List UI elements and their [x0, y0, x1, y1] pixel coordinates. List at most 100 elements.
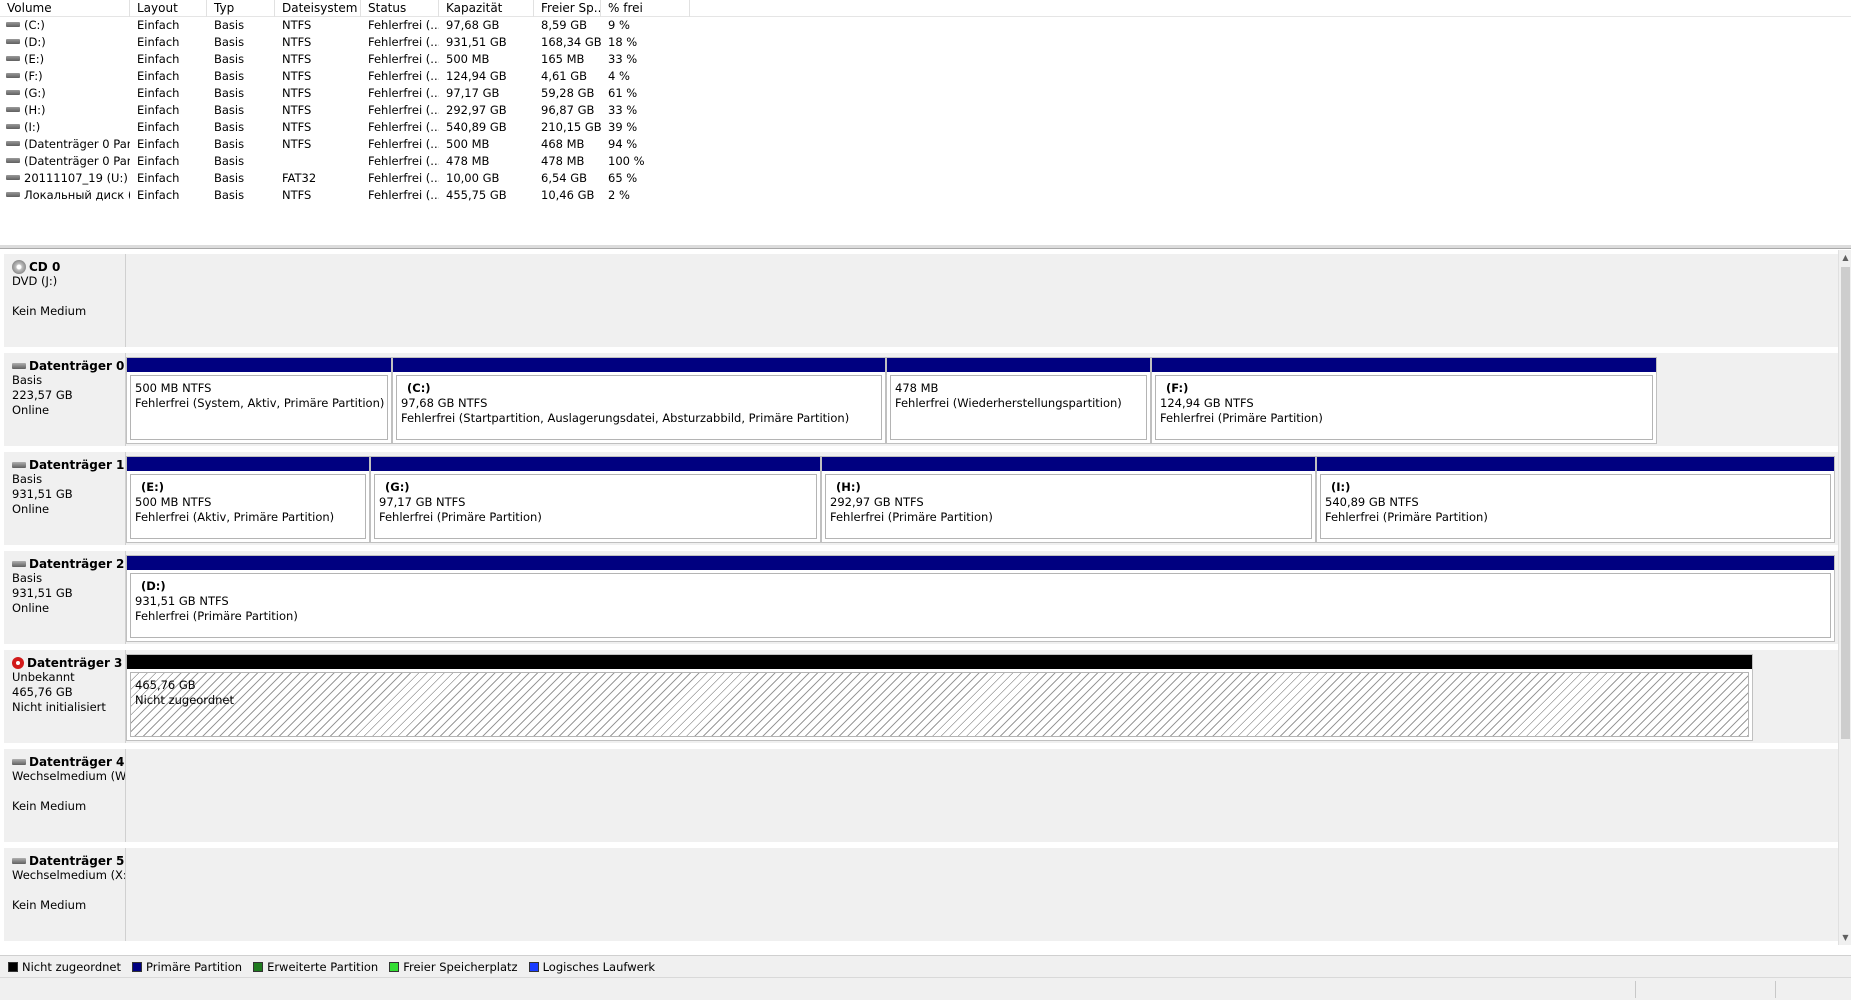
- cell-status: Fehlerfrei (...: [368, 171, 439, 185]
- partition-h[interactable]: (H:) 292,97 GB NTFS Fehlerfrei (Primäre …: [821, 456, 1316, 543]
- partition-f[interactable]: (F:) 124,94 GB NTFS Fehlerfrei (Primäre …: [1151, 357, 1657, 444]
- disk-label-4[interactable]: Datenträger 4 Wechselmedium (W Kein Medi…: [4, 749, 126, 842]
- cell-prozent-frei: 33 %: [608, 52, 638, 66]
- disk-row-2: Datenträger 2 Basis 931,51 GB Online (D:…: [0, 547, 1838, 646]
- partition-d[interactable]: (D:) 931,51 GB NTFS Fehlerfrei (Primäre …: [126, 555, 1835, 642]
- table-row[interactable]: 20111107_19 (U:) Einfach Basis FAT32 Fehlerf…: [0, 170, 1851, 187]
- disk-status: Online: [12, 601, 50, 615]
- disk-media-status: Kein Medium: [12, 898, 87, 912]
- scroll-down-icon[interactable]: ▼: [1839, 930, 1851, 945]
- partition-g[interactable]: (G:) 97,17 GB NTFS Fehlerfrei (Primäre P…: [370, 456, 821, 543]
- column-header-layout[interactable]: Layout: [130, 0, 207, 17]
- column-header-freier-speicher[interactable]: Freier Sp...: [534, 0, 601, 17]
- legend-swatch: [389, 961, 400, 972]
- cell-layout: Einfach: [137, 69, 180, 83]
- disk-status: Online: [12, 502, 50, 516]
- vertical-scrollbar[interactable]: ▲ ▼: [1838, 250, 1851, 945]
- disk-label-1[interactable]: Datenträger 1 Basis 931,51 GB Online: [4, 452, 126, 545]
- partition-status: Fehlerfrei (Primäre Partition): [379, 510, 542, 524]
- cell-volume: (E:): [0, 51, 130, 68]
- table-row[interactable]: (I:) Einfach Basis NTFS Fehlerfrei (... 540,8…: [0, 119, 1851, 136]
- cell-typ: Basis: [214, 69, 245, 83]
- column-header-typ[interactable]: Typ: [207, 0, 275, 17]
- partition-status: Fehlerfrei (Primäre Partition): [1325, 510, 1488, 524]
- table-row[interactable]: (Datenträger 0 Par... Einfach Basis Fehlerf…: [0, 153, 1851, 170]
- disk-label-3[interactable]: Datenträger 3 Unbekannt 465,76 GB Nicht …: [4, 650, 126, 743]
- cell-layout: Einfach: [137, 188, 180, 202]
- partition-status: Fehlerfrei (Wiederherstellungspartition): [895, 396, 1122, 410]
- cell-typ: Basis: [214, 52, 245, 66]
- scroll-up-icon[interactable]: ▲: [1839, 250, 1851, 265]
- column-header-status[interactable]: Status: [361, 0, 439, 17]
- column-header-prozent-frei[interactable]: % frei: [601, 0, 690, 17]
- disk-label-0[interactable]: Datenträger 0 Basis 223,57 GB Online: [4, 353, 126, 446]
- hard-disk-icon: [12, 462, 26, 468]
- cell-status: Fehlerfrei (...: [368, 103, 439, 117]
- cell-layout: Einfach: [137, 120, 180, 134]
- cell-prozent-frei: 94 %: [608, 137, 638, 151]
- partition-recovery[interactable]: 478 MB Fehlerfrei (Wiederherstellungspar…: [886, 357, 1151, 444]
- disk-label-cd0[interactable]: CD 0 DVD (J:) Kein Medium: [4, 254, 126, 347]
- table-row[interactable]: (E:) Einfach Basis NTFS Fehlerfrei (... 500 M…: [0, 51, 1851, 68]
- partition-c[interactable]: (C:) 97,68 GB NTFS Fehlerfrei (Startpart…: [392, 357, 886, 444]
- disk-media-status: Kein Medium: [12, 799, 87, 813]
- disk-label-5[interactable]: Datenträger 5 Wechselmedium (X: Kein Med…: [4, 848, 126, 941]
- cell-volume: (I:): [0, 119, 130, 136]
- cell-layout: Einfach: [137, 103, 180, 117]
- drive-icon: [6, 90, 20, 95]
- hard-disk-icon: [12, 858, 26, 864]
- volume-list[interactable]: Volume Layout Typ Dateisystem Status Kap…: [0, 0, 1851, 248]
- volume-name: (H:): [24, 103, 46, 117]
- cell-freier-speicher: 168,34 GB: [541, 35, 601, 49]
- column-header-volume[interactable]: Volume: [0, 0, 130, 17]
- table-row[interactable]: (C:) Einfach Basis NTFS Fehlerfrei (... 97,68…: [0, 17, 1851, 34]
- cell-status: Fehlerfrei (...: [368, 154, 439, 168]
- disk-label-2[interactable]: Datenträger 2 Basis 931,51 GB Online: [4, 551, 126, 644]
- disk-row-cd0: CD 0 DVD (J:) Kein Medium: [0, 250, 1838, 349]
- partition-i[interactable]: (I:) 540,89 GB NTFS Fehlerfrei (Primäre …: [1316, 456, 1835, 543]
- disk-area-5: [126, 848, 1838, 941]
- partition-size: 292,97 GB NTFS: [830, 495, 924, 509]
- hard-disk-icon: [12, 759, 26, 765]
- disk-row-0: Datenträger 0 Basis 223,57 GB Online 500…: [0, 349, 1838, 448]
- partition-size: 124,94 GB NTFS: [1160, 396, 1254, 410]
- legend-label: Nicht zugeordnet: [22, 959, 122, 974]
- cell-prozent-frei: 2 %: [608, 188, 630, 202]
- cell-typ: Basis: [214, 137, 245, 151]
- drive-icon: [6, 73, 20, 78]
- legend-item: Logisches Laufwerk: [528, 960, 655, 974]
- table-row[interactable]: (D:) Einfach Basis NTFS Fehlerfrei (... 931,5…: [0, 34, 1851, 51]
- legend-swatch: [253, 961, 264, 972]
- partition-status: Nicht zugeordnet: [135, 693, 235, 707]
- cell-dateisystem: NTFS: [282, 188, 312, 202]
- volume-list-rows: (C:) Einfach Basis NTFS Fehlerfrei (... 97,68…: [0, 17, 1851, 204]
- volume-name: (G:): [24, 86, 46, 100]
- partition-title: (G:): [385, 480, 410, 494]
- drive-icon: [6, 175, 20, 180]
- disk-type: Basis: [12, 472, 43, 486]
- table-row[interactable]: (G:) Einfach Basis NTFS Fehlerfrei (... 97,17…: [0, 85, 1851, 102]
- partition-e[interactable]: (E:) 500 MB NTFS Fehlerfrei (Aktiv, Prim…: [126, 456, 370, 543]
- pane-splitter[interactable]: [0, 245, 1851, 249]
- table-row[interactable]: Локальный диск (... Einfach Basis NTFS Fehle…: [0, 187, 1851, 204]
- table-row[interactable]: (F:) Einfach Basis NTFS Fehlerfrei (... 124,9…: [0, 68, 1851, 85]
- partition-system[interactable]: 500 MB NTFS Fehlerfrei (System, Aktiv, P…: [126, 357, 392, 444]
- cell-typ: Basis: [214, 86, 245, 100]
- cell-typ: Basis: [214, 103, 245, 117]
- scrollbar-thumb[interactable]: [1841, 267, 1850, 739]
- cell-status: Fehlerfrei (...: [368, 69, 439, 83]
- column-header-kapazitaet[interactable]: Kapazität: [439, 0, 534, 17]
- column-header-dateisystem[interactable]: Dateisystem: [275, 0, 361, 17]
- disk-area-2: (D:) 931,51 GB NTFS Fehlerfrei (Primäre …: [126, 551, 1838, 644]
- cell-status: Fehlerfrei (...: [368, 120, 439, 134]
- cell-layout: Einfach: [137, 137, 180, 151]
- cell-prozent-frei: 39 %: [608, 120, 638, 134]
- table-row[interactable]: (H:) Einfach Basis NTFS Fehlerfrei (... 292,9…: [0, 102, 1851, 119]
- partition-size: 465,76 GB: [135, 678, 196, 692]
- partition-unallocated[interactable]: 465,76 GB Nicht zugeordnet: [126, 654, 1753, 741]
- disk-row-4: Datenträger 4 Wechselmedium (W Kein Medi…: [0, 745, 1838, 844]
- partition-title: (D:): [141, 579, 166, 593]
- table-row[interactable]: (Datenträger 0 Par... Einfach Basis NTFS Feh…: [0, 136, 1851, 153]
- disk-row-3: Datenträger 3 Unbekannt 465,76 GB Nicht …: [0, 646, 1838, 745]
- legend-swatch: [528, 961, 539, 972]
